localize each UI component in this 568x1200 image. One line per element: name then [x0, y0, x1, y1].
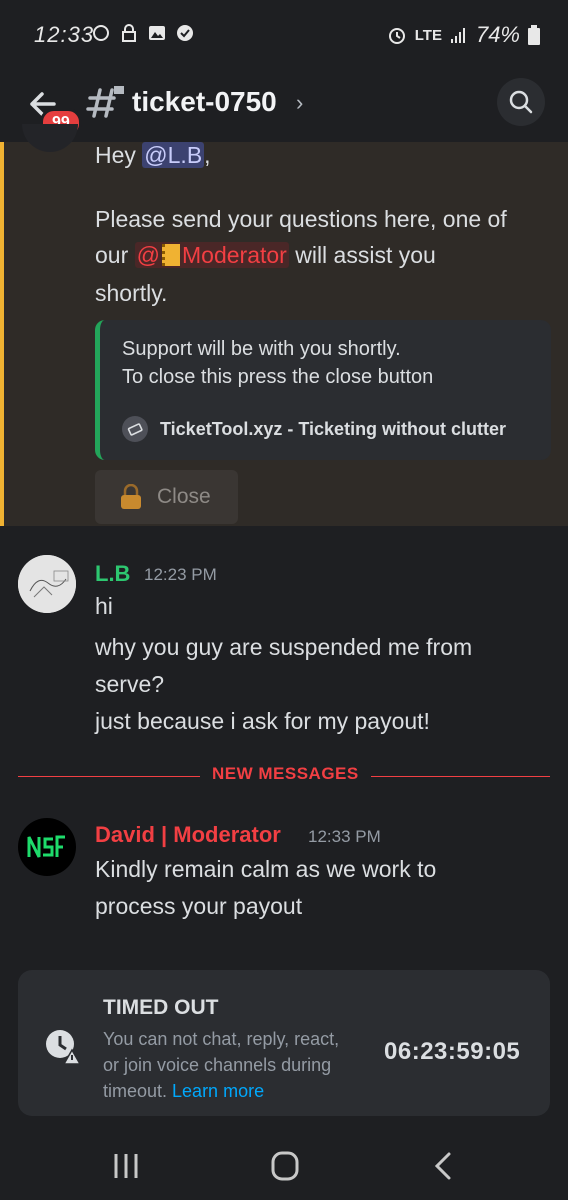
embed-text: Support will be with you shortly.: [122, 338, 401, 360]
message-author[interactable]: David | Moderator: [95, 822, 281, 848]
lock-icon: [122, 24, 136, 42]
back-icon[interactable]: [425, 1150, 465, 1182]
chat-bubble-icon: [93, 25, 109, 41]
highlighted-bot-message[interactable]: Hey @L.B, Please send your questions her…: [0, 124, 568, 526]
message-line: serve?: [95, 671, 165, 697]
embed-text: To close this press the close button: [122, 366, 434, 388]
learn-more-link[interactable]: Learn more: [172, 1081, 264, 1101]
bot-avatar[interactable]: [22, 124, 78, 152]
network-type: LTE: [414, 26, 442, 44]
avatar[interactable]: [18, 555, 76, 613]
alarm-icon: [388, 28, 405, 44]
recent-apps-icon[interactable]: [106, 1150, 146, 1182]
message-line: process your payout: [95, 893, 303, 919]
status-system-icons: LTE 74%: [387, 22, 540, 48]
message-timestamp: 12:23 PM: [144, 565, 217, 584]
channel-title[interactable]: ticket-0750: [132, 86, 277, 118]
embed-footer: TicketTool.xyz - Ticketing without clutt…: [122, 416, 506, 442]
embed-footer-text: TicketTool.xyz - Ticketing without clutt…: [160, 418, 507, 439]
status-time: 12:33: [34, 22, 95, 47]
message-timestamp: 12:33 PM: [308, 827, 381, 846]
timeout-clock-icon: [46, 1030, 80, 1064]
timeout-panel: TIMED OUT You can not chat, reply, react…: [18, 970, 550, 1116]
ticket-icon: [122, 416, 148, 442]
close-ticket-button[interactable]: Close: [95, 470, 238, 524]
message-line: Please send your questions here, one of: [95, 206, 507, 232]
system-nav-bar: [0, 1130, 568, 1200]
new-messages-label: NEW MESSAGES: [200, 764, 371, 784]
notebook-icon: [162, 244, 180, 266]
lock-icon: [121, 484, 141, 509]
signal-icon: [450, 28, 465, 43]
message-line: our @ Moderator will assist you: [95, 242, 436, 268]
message-author[interactable]: L.B: [95, 561, 130, 587]
user-mention[interactable]: @L.B: [142, 142, 205, 168]
home-icon[interactable]: [265, 1150, 305, 1182]
battery-icon: [528, 25, 540, 45]
chevron-right-icon[interactable]: ›: [296, 90, 303, 116]
search-button[interactable]: [497, 78, 545, 126]
check-circle-icon: [177, 25, 193, 41]
message-line: Kindly remain calm as we work to: [95, 856, 437, 882]
nsf-logo: [27, 835, 65, 858]
timeout-countdown: 06:23:59:05: [384, 1038, 521, 1065]
timeout-description: You can not chat, reply, react, or join …: [103, 1029, 340, 1101]
message-line: why you guy are suspended me from: [95, 634, 473, 660]
status-bar: 12:33 LTE 74%: [0, 0, 568, 70]
avatar[interactable]: [18, 818, 76, 876]
battery-level: 74%: [475, 22, 520, 47]
status-notification-icons: [92, 24, 194, 42]
message-line: hi: [95, 593, 113, 619]
greeting-line: Hey @L.B,: [95, 142, 211, 168]
channel-header: 99 ticket-0750 ›: [0, 70, 568, 142]
message-line: shortly.: [95, 280, 168, 306]
timeout-title: TIMED OUT: [103, 996, 219, 1019]
search-icon: [509, 90, 533, 114]
hash-lock-icon: [86, 86, 124, 118]
message-line: just because i ask for my payout!: [95, 708, 430, 734]
ticket-embed: Support will be with you shortly. To clo…: [95, 320, 551, 460]
role-mention[interactable]: @ Moderator: [134, 242, 289, 268]
image-icon: [149, 26, 165, 40]
